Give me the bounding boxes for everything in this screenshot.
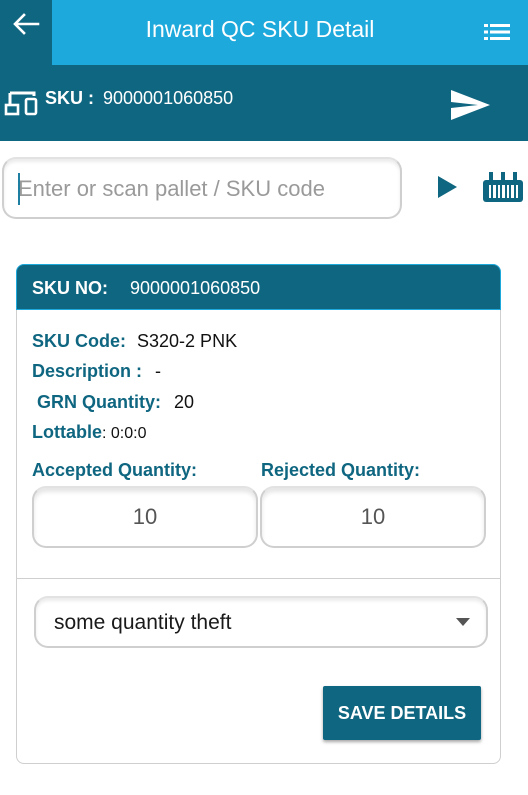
sku-value: 9000001060850 — [103, 88, 234, 108]
grn-quantity-value: 20 — [174, 392, 195, 412]
send-icon — [451, 90, 490, 120]
list-menu-icon — [484, 24, 510, 40]
rejected-quantity-input[interactable] — [262, 488, 484, 546]
card-header: SKU NO: 9000001060850 — [16, 264, 501, 310]
lottable-label: Lottable — [32, 422, 102, 442]
save-details-button[interactable]: SAVE DETAILS — [323, 686, 481, 740]
menu-button[interactable] — [482, 18, 512, 46]
scan-input[interactable] — [18, 171, 388, 207]
sku-detail-card: SKU NO: 9000001060850 SKU Code: S320-2 P… — [16, 264, 501, 764]
devices-icon — [4, 91, 38, 116]
barcode-scanner-icon — [483, 172, 523, 202]
rejected-quantity-container — [260, 486, 486, 548]
lottable-value: : 0:0:0 — [102, 425, 147, 442]
lottable-row: Lottable: 0:0:0 — [32, 422, 146, 443]
reason-selected-value: some quantity theft — [54, 611, 232, 634]
submit-scan-button[interactable] — [433, 172, 461, 202]
barcode-scan-button[interactable] — [481, 170, 525, 206]
accepted-quantity-label: Accepted Quantity: — [32, 460, 198, 480]
sku-code-row: SKU Code: S320-2 PNK — [32, 331, 237, 352]
chevron-down-icon — [456, 618, 470, 626]
grn-quantity-label: GRN Quantity: — [37, 392, 161, 412]
sku-header-bar: SKU : 9000001060850 — [0, 65, 528, 141]
send-button[interactable] — [448, 87, 492, 123]
description-value: - — [155, 361, 162, 381]
play-icon — [438, 176, 457, 198]
text-caret — [18, 173, 20, 205]
rejected-quantity-label: Rejected Quantity: — [261, 460, 421, 480]
back-button[interactable] — [0, 0, 52, 65]
sku-code-value: S320-2 PNK — [137, 331, 238, 351]
description-row: Description : - — [32, 361, 161, 382]
reason-dropdown[interactable]: some quantity theft — [34, 596, 488, 648]
divider — [17, 578, 500, 579]
sku-label: SKU : — [45, 88, 94, 108]
app-bar: Inward QC SKU Detail — [0, 0, 528, 65]
sku-code-label: SKU Code: — [32, 331, 126, 351]
sku-no-label: SKU NO: — [32, 278, 108, 298]
title-area: Inward QC SKU Detail — [52, 0, 528, 65]
accepted-quantity-container — [32, 486, 258, 548]
accepted-quantity-input[interactable] — [34, 488, 256, 546]
description-label: Description : — [32, 361, 143, 381]
grn-quantity-row: GRN Quantity: 20 — [37, 392, 194, 413]
page-title: Inward QC SKU Detail — [145, 16, 375, 42]
scan-input-container — [2, 157, 402, 219]
arrow-left-icon — [13, 13, 40, 35]
sku-no-value: 9000001060850 — [130, 278, 261, 298]
